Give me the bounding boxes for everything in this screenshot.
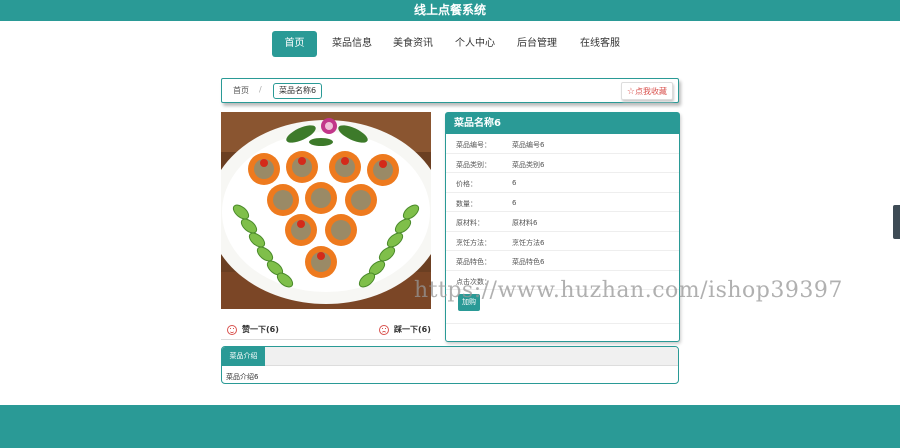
detail-row: 菜品特色： 菜品特色6 — [446, 251, 679, 271]
nav-item-home[interactable]: 首页 — [272, 31, 317, 57]
frown-icon — [379, 324, 389, 335]
vote-bar: 赞一下(6) 踩一下(6) — [221, 320, 431, 340]
nav-item-customer-service[interactable]: 在线客服 — [574, 31, 626, 57]
detail-value: 烹饪方法6 — [512, 238, 545, 247]
favorite-label: 点我收藏 — [635, 87, 667, 96]
detail-value: 菜品编号6 — [512, 141, 545, 149]
detail-label: 菜品特色： — [456, 258, 491, 266]
nav-item-user-center[interactable]: 个人中心 — [449, 31, 501, 57]
nav-item-food-news[interactable]: 美食资讯 — [387, 31, 439, 57]
breadcrumb-current[interactable]: 菜品名称6 — [273, 83, 323, 99]
detail-label: 菜品类别： — [456, 160, 491, 169]
side-float-tab[interactable] — [893, 205, 900, 239]
detail-value: 6 — [512, 198, 517, 207]
description-tabs: 菜品介绍 — [222, 347, 678, 366]
watermark-text: https://www.huzhan.com/ishop39397 — [414, 278, 843, 303]
main-nav: 首页 菜品信息 美食资讯 个人中心 后台管理 在线客服 — [0, 31, 900, 57]
breadcrumb-home-link[interactable]: 首页 — [233, 85, 249, 96]
star-icon: ☆ — [626, 87, 635, 97]
breadcrumb-separator: / — [259, 85, 262, 94]
favorite-button[interactable]: ☆点我收藏 — [620, 82, 673, 100]
dislike-button[interactable]: 踩一下(6) — [379, 324, 431, 335]
detail-row: 烹饪方法： 烹饪方法6 — [446, 232, 679, 251]
detail-row: 菜品编号： 菜品编号6 — [446, 134, 679, 154]
detail-row: 菜品类别： 菜品类别6 — [446, 154, 679, 173]
description-text: 菜品介绍6 — [226, 373, 259, 381]
site-footer — [0, 405, 900, 448]
dish-photo — [221, 112, 431, 309]
description-box: 菜品介绍 菜品介绍6 — [221, 346, 679, 384]
like-button[interactable]: 赞一下(6) — [227, 324, 279, 335]
dish-title: 菜品名称6 — [446, 113, 679, 134]
dish-detail-panel: 菜品名称6 菜品编号： 菜品编号6 菜品类别： 菜品类别6 价格： 6 数量： 6 原材… — [445, 112, 680, 342]
dislike-label: 踩一下(6) — [394, 325, 431, 334]
smile-icon — [227, 324, 237, 335]
site-title: 线上点餐系统 — [413, 3, 486, 17]
detail-value: 菜品特色6 — [512, 258, 545, 266]
tab-description[interactable]: 菜品介绍 — [222, 347, 265, 366]
detail-label: 价格： — [456, 180, 477, 188]
like-label: 赞一下(6) — [242, 325, 279, 334]
dish-image — [221, 112, 431, 309]
nav-item-dishes[interactable]: 菜品信息 — [326, 31, 378, 57]
detail-row: 原材料： 原材料6 — [446, 212, 679, 232]
detail-value: 原材料6 — [512, 219, 538, 227]
nav-item-admin[interactable]: 后台管理 — [511, 31, 563, 57]
site-header: 线上点餐系统 — [0, 0, 900, 21]
detail-value: 菜品类别6 — [512, 160, 545, 169]
detail-label: 数量： — [456, 199, 477, 208]
detail-label: 原材料： — [456, 219, 484, 227]
detail-label: 烹饪方法： — [456, 238, 491, 247]
detail-value: 6 — [512, 179, 517, 187]
detail-row: 价格： 6 — [446, 173, 679, 193]
breadcrumb: 首页 / 菜品名称6 ☆点我收藏 — [221, 78, 679, 103]
detail-row: 数量： 6 — [446, 193, 679, 212]
detail-label: 菜品编号： — [456, 141, 491, 149]
